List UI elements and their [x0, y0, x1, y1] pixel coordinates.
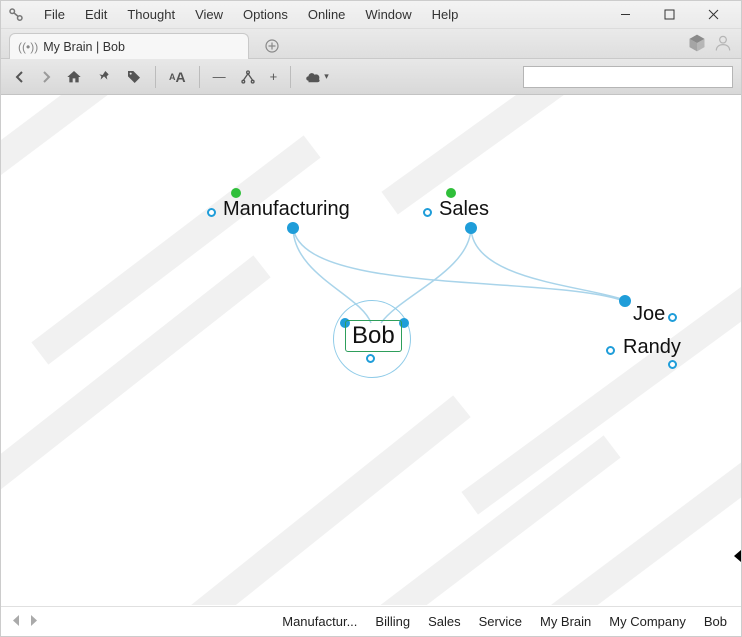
history-item[interactable]: My Brain	[540, 614, 591, 629]
sibling-gate-icon[interactable]	[606, 346, 615, 355]
menu-online[interactable]: Online	[299, 4, 355, 25]
menu-file[interactable]: File	[35, 4, 74, 25]
tab-active[interactable]: ((•)) My Brain | Bob	[9, 33, 249, 59]
history-item[interactable]: My Company	[609, 614, 686, 629]
menu-bar: File Edit Thought View Options Online Wi…	[1, 1, 741, 29]
tab-title: My Brain | Bob	[43, 40, 125, 54]
broadcast-icon: ((•))	[18, 40, 38, 54]
toolbar: AA — + ▾	[1, 59, 741, 95]
forward-button[interactable]	[35, 68, 57, 86]
layout-dash-button[interactable]: —	[208, 66, 231, 87]
graph-canvas[interactable]: Manufacturing Sales Bob Joe Randy	[1, 95, 741, 605]
node-sales[interactable]: Sales	[439, 198, 489, 221]
history-item[interactable]: Sales	[428, 614, 461, 629]
history-item[interactable]: Bob	[704, 614, 727, 629]
parent-gate-icon[interactable]	[446, 188, 456, 198]
tag-button[interactable]	[121, 66, 147, 88]
node-bob-active[interactable]: Bob	[345, 320, 402, 352]
user-icon[interactable]	[713, 33, 733, 53]
layout-graph-button[interactable]	[235, 66, 261, 88]
history-item[interactable]: Service	[479, 614, 522, 629]
separator	[155, 66, 156, 88]
menu-help[interactable]: Help	[423, 4, 468, 25]
menu-window[interactable]: Window	[356, 4, 420, 25]
parent-gate-icon[interactable]	[231, 188, 241, 198]
window-controls	[603, 3, 735, 27]
main-menu: File Edit Thought View Options Online Wi…	[35, 4, 467, 25]
menu-thought[interactable]: Thought	[118, 4, 184, 25]
history-trail: Manufactur... Billing Sales Service My B…	[282, 614, 731, 629]
menu-edit[interactable]: Edit	[76, 4, 116, 25]
history-item[interactable]: Manufactur...	[282, 614, 357, 629]
child-gate-icon[interactable]	[366, 354, 375, 363]
history-forward-button[interactable]	[28, 614, 39, 629]
panel-collapse-icon[interactable]	[734, 550, 741, 562]
bottom-bar: Manufactur... Billing Sales Service My B…	[1, 606, 741, 636]
new-tab-button[interactable]	[259, 37, 285, 58]
jump-gate-icon[interactable]	[668, 313, 677, 322]
separator	[290, 66, 291, 88]
add-button[interactable]: +	[265, 66, 283, 87]
child-gate-icon[interactable]	[287, 222, 299, 234]
history-item[interactable]: Billing	[375, 614, 410, 629]
node-joe[interactable]: Joe	[633, 303, 665, 326]
node-randy[interactable]: Randy	[623, 336, 681, 359]
node-manufacturing[interactable]: Manufacturing	[223, 198, 350, 221]
tab-strip: ((•)) My Brain | Bob	[1, 29, 741, 59]
separator	[199, 66, 200, 88]
menu-options[interactable]: Options	[234, 4, 297, 25]
app-icon	[7, 6, 25, 24]
search-input[interactable]	[523, 66, 733, 88]
history-back-button[interactable]	[11, 614, 22, 629]
cloud-button[interactable]: ▾	[299, 67, 334, 87]
child-gate-icon[interactable]	[465, 222, 477, 234]
sibling-gate-icon[interactable]	[423, 208, 432, 217]
sibling-gate-icon[interactable]	[207, 208, 216, 217]
child-gate-icon[interactable]	[668, 360, 677, 369]
home-button[interactable]	[61, 66, 87, 88]
back-button[interactable]	[9, 68, 31, 86]
pin-button[interactable]	[91, 66, 117, 88]
close-button[interactable]	[691, 3, 735, 27]
menu-view[interactable]: View	[186, 4, 232, 25]
parent-gate-icon[interactable]	[619, 295, 631, 307]
cube-icon[interactable]	[687, 33, 707, 53]
maximize-button[interactable]	[647, 3, 691, 27]
minimize-button[interactable]	[603, 3, 647, 27]
text-size-button[interactable]: AA	[164, 66, 191, 88]
